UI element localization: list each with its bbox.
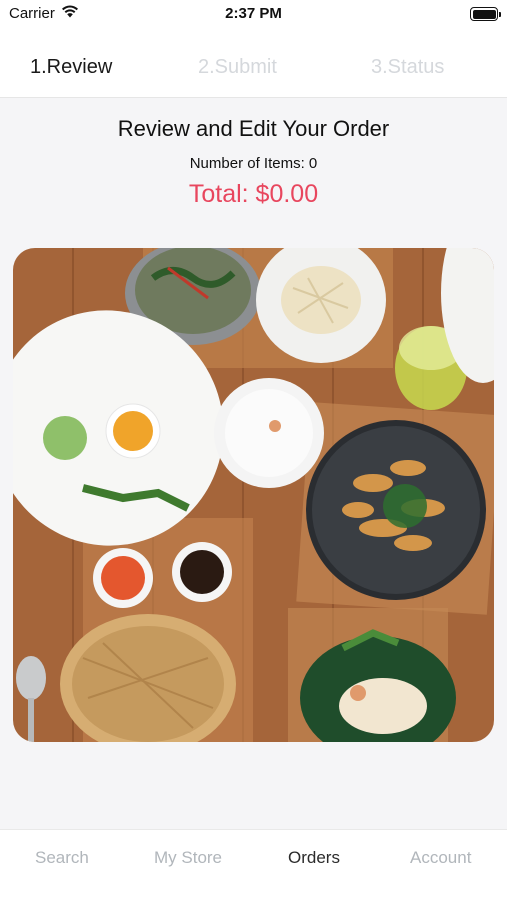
clock: 2:37 PM xyxy=(225,5,282,22)
page-title: Review and Edit Your Order xyxy=(117,116,390,141)
tab-my-store[interactable]: My Store xyxy=(154,848,222,868)
order-total: Total: $0.00 xyxy=(188,180,319,208)
step-status[interactable]: 3.Status xyxy=(371,56,444,79)
step-submit[interactable]: 2.Submit xyxy=(198,56,277,79)
order-steps: 1.Review 2.Submit 3.Status xyxy=(0,30,507,98)
tab-orders[interactable]: Orders xyxy=(288,848,340,868)
tab-search[interactable]: Search xyxy=(35,848,89,868)
tab-bar: Search My Store Orders Account xyxy=(0,829,507,900)
items-count: Number of Items: 0 xyxy=(189,155,318,172)
tab-account[interactable]: Account xyxy=(410,848,471,868)
food-photo xyxy=(13,248,494,742)
step-review[interactable]: 1.Review xyxy=(30,56,112,79)
status-bar: Carrier 2:37 PM xyxy=(0,0,507,30)
battery-icon xyxy=(470,7,501,21)
